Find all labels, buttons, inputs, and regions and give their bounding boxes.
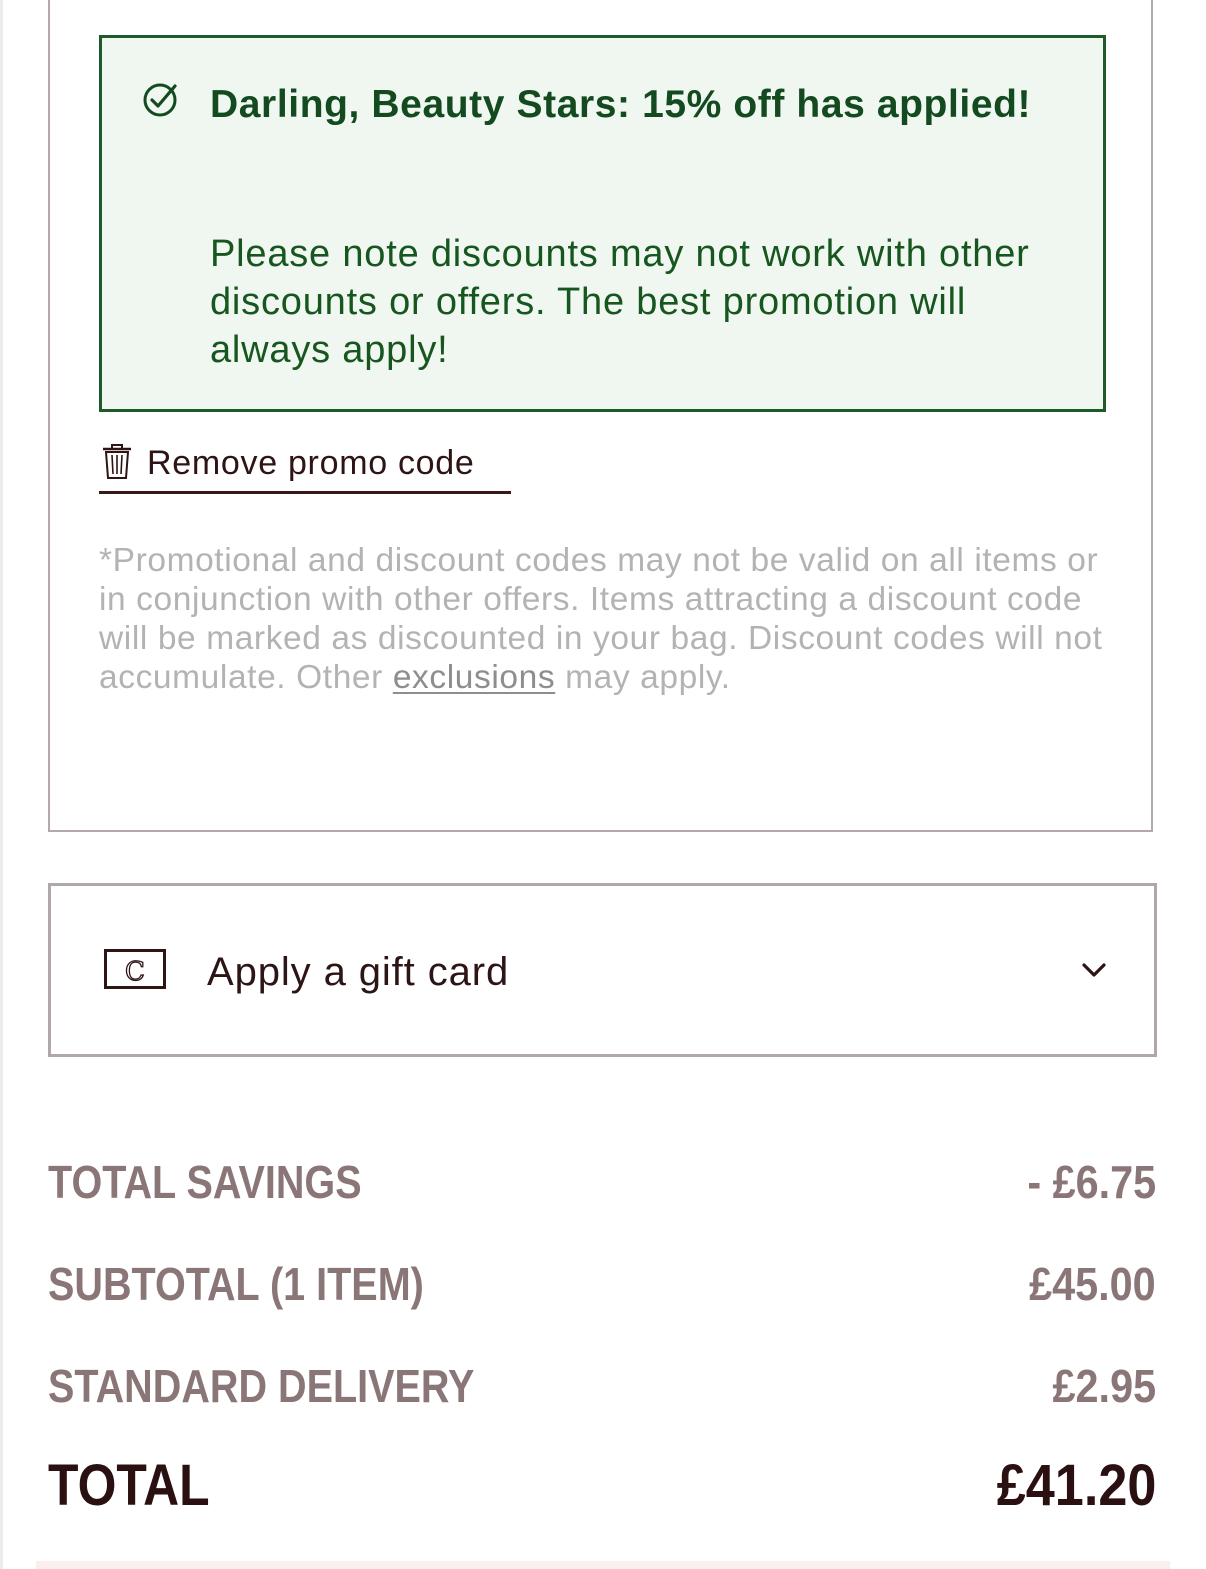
trash-icon bbox=[103, 444, 131, 479]
promo-success-note: Please note discounts may not work with … bbox=[210, 233, 1030, 371]
gift-card-icon: C bbox=[104, 949, 166, 989]
subtotal-value: £45.00 bbox=[1029, 1258, 1156, 1310]
page-edge bbox=[0, 0, 3, 1569]
exclusions-link[interactable]: exclusions bbox=[393, 659, 555, 696]
chevron-down-icon[interactable] bbox=[1080, 956, 1108, 984]
order-total-value: £41.20 bbox=[996, 1453, 1156, 1518]
order-total-label: TOTAL bbox=[48, 1453, 210, 1518]
order-total-row: TOTAL £41.20 bbox=[48, 1451, 1156, 1521]
disclaimer-text-end: may apply. bbox=[555, 659, 731, 696]
standard-delivery-label: STANDARD DELIVERY bbox=[48, 1360, 475, 1412]
total-savings-value: - £6.75 bbox=[1027, 1156, 1156, 1208]
promo-disclaimer: *Promotional and discount codes may not … bbox=[99, 541, 1109, 697]
gift-card-icon-glyph: C bbox=[125, 957, 145, 987]
remove-promo-code-label: Remove promo code bbox=[147, 444, 475, 482]
promo-success-title: Darling, Beauty Stars: 15% off has appli… bbox=[210, 83, 1032, 126]
standard-delivery-value: £2.95 bbox=[1052, 1360, 1156, 1412]
check-circle-icon bbox=[143, 83, 177, 117]
total-savings-row: TOTAL SAVINGS - £6.75 bbox=[48, 1152, 1156, 1212]
apply-gift-card-label[interactable]: Apply a gift card bbox=[207, 945, 509, 999]
subtotal-label: SUBTOTAL (1 ITEM) bbox=[48, 1258, 424, 1310]
subtotal-row: SUBTOTAL (1 ITEM) £45.00 bbox=[48, 1254, 1156, 1314]
remove-promo-code-link[interactable]: Remove promo code bbox=[99, 440, 511, 494]
total-savings-label: TOTAL SAVINGS bbox=[48, 1156, 362, 1208]
standard-delivery-row: STANDARD DELIVERY £2.95 bbox=[48, 1356, 1156, 1416]
checkout-button-edge bbox=[36, 1561, 1170, 1569]
